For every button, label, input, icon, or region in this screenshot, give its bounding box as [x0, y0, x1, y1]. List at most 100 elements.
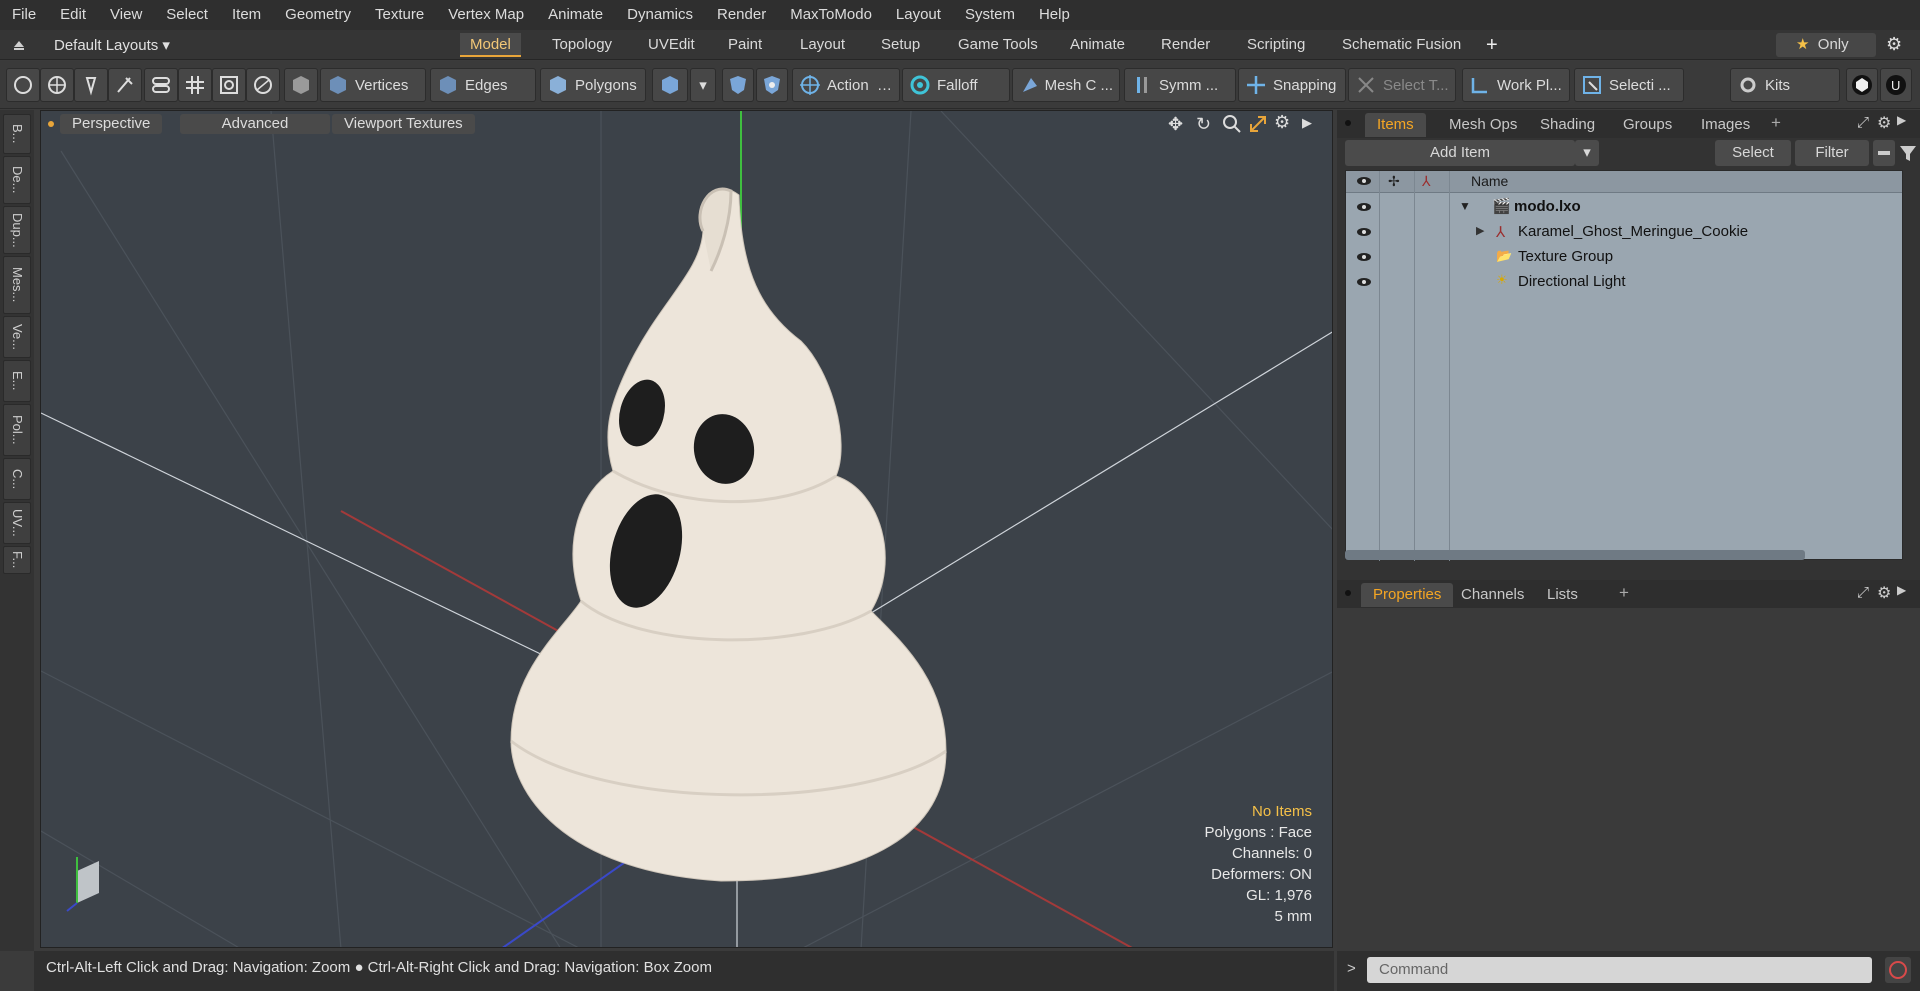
tab-duplicate[interactable]: Dup...	[3, 206, 31, 254]
funnel-button[interactable]	[1897, 140, 1919, 166]
panel-gear-icon[interactable]: ⚙	[1877, 113, 1891, 133]
viewport-more-icon[interactable]: ▶	[1302, 115, 1312, 131]
material-dropdown[interactable]: ▾	[690, 68, 716, 102]
tab-edge[interactable]: E...	[3, 360, 31, 402]
tab-vertex[interactable]: Ve...	[3, 316, 31, 358]
items-horizontal-scrollbar[interactable]	[1345, 550, 1805, 560]
menu-vertex-map[interactable]: Vertex Map	[436, 0, 536, 30]
tab-images[interactable]: Images	[1689, 113, 1762, 137]
command-input[interactable]: Command	[1367, 957, 1872, 983]
add-item-button[interactable]: Add Item	[1345, 140, 1575, 166]
viewport-gear-icon[interactable]: ⚙	[1274, 112, 1290, 133]
polygons-button[interactable]: Polygons	[540, 68, 646, 102]
tree-row-scene[interactable]: ▼ 🎬 modo.lxo	[1346, 195, 1904, 220]
tab-groups[interactable]: Groups	[1611, 113, 1684, 137]
tab-layout[interactable]: Layout	[790, 33, 855, 57]
menu-item[interactable]: Item	[220, 0, 273, 30]
menu-geometry[interactable]: Geometry	[273, 0, 363, 30]
unreal-button[interactable]: U	[1880, 68, 1912, 102]
move-icon[interactable]: ✥	[1168, 114, 1183, 135]
tab-shading[interactable]: Shading	[1528, 113, 1607, 137]
tab-fusion[interactable]: F...	[3, 546, 31, 574]
tab-lists[interactable]: Lists	[1535, 583, 1590, 607]
add-tab-icon[interactable]: +	[1619, 583, 1629, 603]
add-tab-icon[interactable]: +	[1771, 113, 1781, 133]
rotate-icon[interactable]: ↻	[1196, 114, 1211, 135]
panel-more-icon[interactable]: ▶	[1897, 113, 1906, 127]
tab-topology[interactable]: Topology	[542, 33, 622, 57]
tab-game-tools[interactable]: Game Tools	[948, 33, 1048, 57]
tab-items[interactable]: Items	[1365, 113, 1426, 137]
tab-uv[interactable]: UV...	[3, 502, 31, 544]
visibility-eye-icon[interactable]	[1356, 274, 1372, 290]
zoom-icon[interactable]	[1222, 114, 1242, 134]
expand-icon[interactable]: ⤢	[1857, 584, 1869, 601]
falloff-button[interactable]: Falloff	[902, 68, 1010, 102]
tab-uvedit[interactable]: UVEdit	[638, 33, 705, 57]
gear-icon[interactable]: ⚙	[1886, 34, 1902, 55]
tab-polygon[interactable]: Pol...	[3, 404, 31, 456]
record-button[interactable]	[1885, 957, 1911, 983]
selection-sets-button[interactable]: Selecti ...	[1574, 68, 1684, 102]
menu-file[interactable]: File	[0, 0, 48, 30]
mesh-constraint-button[interactable]: Mesh C ...	[1012, 68, 1120, 102]
menu-dynamics[interactable]: Dynamics	[615, 0, 705, 30]
select-button[interactable]: Select	[1715, 140, 1791, 166]
select-through-button[interactable]: Select T...	[1348, 68, 1456, 102]
menu-render[interactable]: Render	[705, 0, 778, 30]
filter-button[interactable]: Filter	[1795, 140, 1869, 166]
item-mode-button[interactable]	[284, 68, 318, 102]
panel-gear-icon[interactable]: ⚙	[1877, 583, 1891, 603]
work-plane-button[interactable]: Work Pl...	[1462, 68, 1570, 102]
edges-button[interactable]: Edges	[430, 68, 536, 102]
grid-button[interactable]	[178, 68, 212, 102]
tab-model[interactable]: Model	[460, 33, 521, 57]
tab-animate[interactable]: Animate	[1060, 33, 1135, 57]
ghost-meringue-model[interactable]	[510, 187, 947, 882]
tab-deform[interactable]: De...	[3, 156, 31, 204]
visibility-eye-icon[interactable]	[1356, 249, 1372, 265]
viewport-dot-icon[interactable]	[48, 121, 54, 127]
brush-button[interactable]	[108, 68, 142, 102]
tab-mesh-ops[interactable]: Mesh Ops	[1437, 113, 1529, 137]
tab-channels[interactable]: Channels	[1449, 583, 1536, 607]
symmetry-button[interactable]: Symm ...	[1124, 68, 1236, 102]
shield-gear-button[interactable]	[756, 68, 788, 102]
kits-button[interactable]: Kits	[1730, 68, 1840, 102]
tab-paint[interactable]: Paint	[718, 33, 772, 57]
panel-dot-icon[interactable]	[1345, 590, 1351, 596]
menu-help[interactable]: Help	[1027, 0, 1082, 30]
menu-maxtomodo[interactable]: MaxToModo	[778, 0, 884, 30]
menu-system[interactable]: System	[953, 0, 1027, 30]
panel-more-icon[interactable]: ▶	[1897, 583, 1906, 597]
perspective-button[interactable]: Perspective	[60, 114, 163, 134]
3d-viewport[interactable]: No Items Polygons : Face Channels: 0 Def…	[40, 110, 1333, 948]
material-button[interactable]	[652, 68, 688, 102]
tree-row-light[interactable]: ☀ Directional Light	[1346, 270, 1904, 295]
collapse-arrow-icon[interactable]	[12, 37, 26, 51]
tab-schematic-fusion[interactable]: Schematic Fusion	[1332, 33, 1471, 57]
menu-view[interactable]: View	[98, 0, 154, 30]
tab-curve[interactable]: C...	[3, 458, 31, 500]
menu-layout[interactable]: Layout	[884, 0, 953, 30]
viewport-textures-button[interactable]: Viewport Textures	[332, 114, 475, 134]
panel-dot-icon[interactable]	[1345, 120, 1351, 126]
menu-select[interactable]: Select	[154, 0, 220, 30]
frame-button[interactable]	[212, 68, 246, 102]
expand-arrow-icon[interactable]: ▶	[1476, 224, 1484, 237]
tree-row-mesh[interactable]: ▶ ⅄ Karamel_Ghost_Meringue_Cookie	[1346, 220, 1904, 245]
menu-edit[interactable]: Edit	[48, 0, 98, 30]
tab-properties[interactable]: Properties	[1361, 583, 1454, 607]
pen-button[interactable]	[74, 68, 108, 102]
layouts-dropdown[interactable]: Default Layouts ▾	[54, 36, 170, 54]
sphere-button[interactable]	[246, 68, 280, 102]
maximize-icon[interactable]	[1248, 114, 1268, 134]
expand-arrow-icon[interactable]: ▼	[1459, 199, 1471, 213]
vertices-button[interactable]: Vertices	[320, 68, 426, 102]
name-column-header[interactable]: Name	[1471, 173, 1508, 189]
menu-animate[interactable]: Animate	[536, 0, 615, 30]
only-toggle[interactable]: ★ Only	[1776, 33, 1876, 57]
tab-render[interactable]: Render	[1151, 33, 1220, 57]
add-tab-icon[interactable]: +	[1486, 34, 1498, 57]
link-button[interactable]	[144, 68, 178, 102]
